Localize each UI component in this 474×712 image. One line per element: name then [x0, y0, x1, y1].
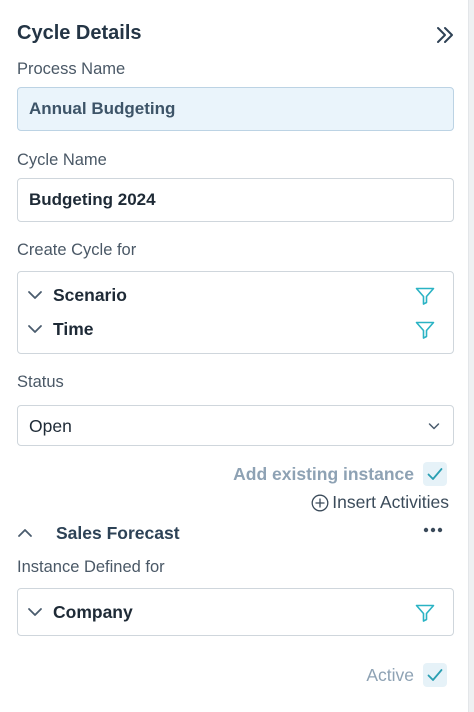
panel-scroll-edge	[468, 0, 474, 712]
instance-dimensions-box: Company	[17, 588, 454, 636]
plus-circle-icon	[311, 494, 329, 511]
chevron-down-icon[interactable]	[27, 321, 43, 337]
status-select[interactable]: Open	[17, 405, 454, 446]
dimension-label: Time	[53, 319, 94, 339]
insert-activities-label: Insert Activities	[332, 492, 449, 512]
panel-title: Cycle Details	[17, 22, 142, 44]
instance-defined-for-label: Instance Defined for	[17, 558, 165, 576]
process-name-label: Process Name	[17, 60, 126, 78]
chevron-down-icon[interactable]	[27, 604, 43, 620]
filter-icon[interactable]	[415, 320, 435, 340]
cycle-details-panel: Cycle Details Process Name Annual Budget…	[0, 0, 468, 712]
cycle-name-label: Cycle Name	[17, 151, 107, 169]
create-cycle-dimensions-box: Scenario Time	[17, 271, 454, 354]
add-existing-instance-checkbox[interactable]	[423, 462, 447, 486]
chevron-down-icon	[428, 423, 440, 430]
cycle-name-value: Budgeting 2024	[29, 190, 156, 209]
add-existing-instance-row: Add existing instance	[233, 462, 447, 486]
dimension-row-company[interactable]: Company	[18, 597, 453, 627]
chevron-down-icon[interactable]	[27, 287, 43, 303]
create-cycle-for-label: Create Cycle for	[17, 241, 137, 259]
status-value: Open	[29, 416, 72, 436]
checkmark-icon	[427, 468, 443, 480]
add-existing-instance-label: Add existing instance	[233, 463, 414, 484]
status-label: Status	[17, 373, 64, 391]
filter-icon[interactable]	[415, 286, 435, 306]
sales-forecast-section-header: Sales Forecast	[17, 520, 457, 546]
more-options-icon[interactable]	[422, 522, 444, 538]
chevron-up-icon[interactable]	[17, 525, 33, 541]
process-name-field: Annual Budgeting	[17, 87, 454, 131]
dimension-label: Company	[53, 602, 133, 622]
collapse-panel-button[interactable]	[434, 24, 456, 46]
checkmark-icon	[427, 669, 443, 681]
active-checkbox[interactable]	[423, 663, 447, 687]
cycle-name-input[interactable]: Budgeting 2024	[17, 178, 454, 222]
dimension-label: Scenario	[53, 285, 127, 305]
active-label: Active	[366, 664, 414, 685]
dimension-row-time[interactable]: Time	[18, 314, 453, 344]
double-chevron-right-icon	[437, 27, 453, 43]
insert-activities-button[interactable]: Insert Activities	[311, 492, 449, 513]
process-name-value: Annual Budgeting	[29, 99, 176, 118]
active-row: Active	[366, 663, 447, 687]
section-title: Sales Forecast	[56, 523, 180, 543]
dimension-row-scenario[interactable]: Scenario	[18, 280, 453, 310]
filter-icon[interactable]	[415, 603, 435, 623]
